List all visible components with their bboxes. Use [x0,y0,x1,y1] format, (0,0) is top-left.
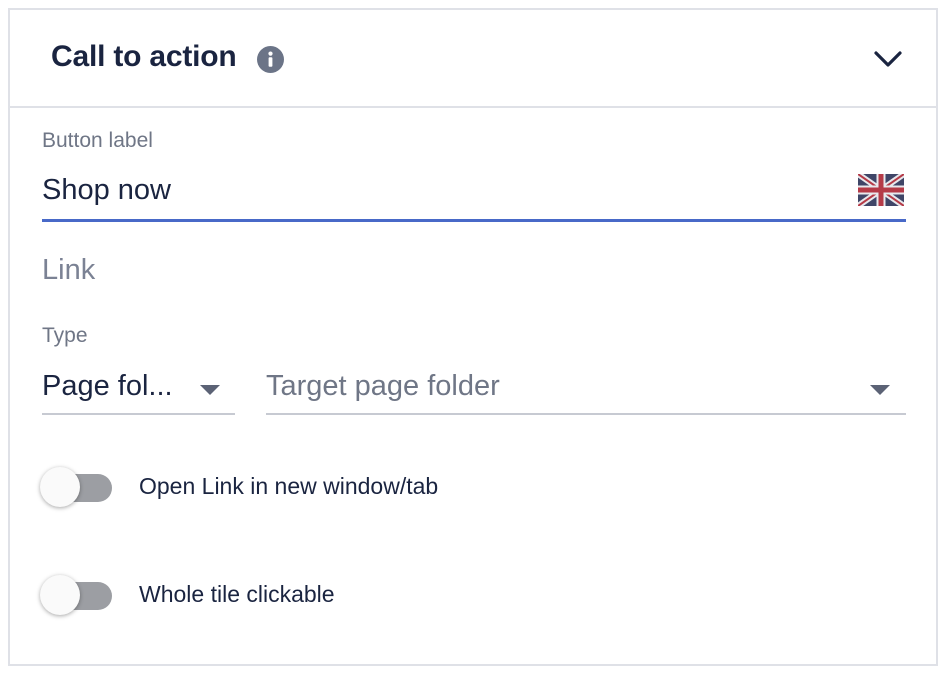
new-window-toggle-label: Open Link in new window/tab [139,473,439,499]
button-label-value[interactable]: Shop now [42,174,171,207]
panel-header[interactable]: Call to action [10,10,936,108]
type-select-value: Page fol... [42,370,173,402]
link-section-heading: Link [42,254,96,286]
call-to-action-panel: Call to action Button label Shop now Lin… [8,8,938,666]
caret-down-icon [200,385,220,395]
toggle-knob[interactable] [40,467,80,507]
new-window-toggle[interactable] [38,466,114,510]
panel-title: Call to action [51,40,237,73]
target-page-folder-placeholder: Target page folder [266,370,500,402]
type-select[interactable]: Page fol... [42,365,235,415]
info-icon[interactable] [257,46,284,73]
whole-tile-toggle[interactable] [38,574,114,618]
chevron-down-icon [874,51,902,67]
target-page-folder-select[interactable]: Target page folder [266,365,906,415]
button-label-caption: Button label [42,129,153,152]
button-label-input[interactable]: Shop now [42,170,906,222]
uk-flag-icon[interactable] [856,171,906,209]
caret-down-icon [870,385,890,395]
whole-tile-toggle-label: Whole tile clickable [139,581,335,607]
type-caption: Type [42,324,88,347]
collapse-toggle[interactable] [870,44,906,74]
toggle-knob[interactable] [40,575,80,615]
